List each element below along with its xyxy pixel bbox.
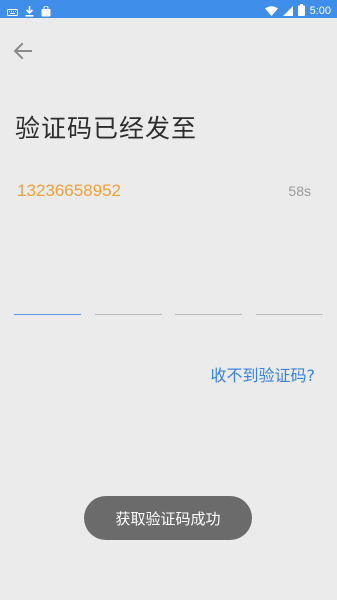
code-digit-input-3[interactable] bbox=[175, 294, 243, 315]
countdown-timer: 58s bbox=[288, 183, 311, 199]
status-system: 5:00 bbox=[264, 1, 331, 20]
status-bar: 5:00 bbox=[0, 0, 337, 18]
code-digit-input-2[interactable] bbox=[94, 294, 162, 315]
arrow-left-icon bbox=[13, 42, 33, 64]
resend-code-link[interactable]: 收不到验证码? bbox=[211, 362, 316, 386]
code-digit-input-1[interactable] bbox=[14, 294, 81, 315]
phone-number: 13236658952 bbox=[17, 181, 122, 200]
battery-icon bbox=[297, 1, 305, 20]
status-notifications bbox=[7, 2, 51, 21]
toast-text: 获取验证码成功 bbox=[115, 509, 221, 528]
code-digit-input-4[interactable] bbox=[255, 294, 323, 315]
back-button[interactable] bbox=[10, 40, 36, 66]
shopping-bag-icon bbox=[41, 2, 51, 21]
status-time: 5:00 bbox=[309, 4, 331, 17]
code-input-group bbox=[14, 294, 323, 316]
keyboard-icon bbox=[7, 2, 18, 21]
download-icon bbox=[25, 2, 34, 21]
signal-icon bbox=[282, 1, 293, 20]
page-title: 验证码已经发至 bbox=[15, 114, 198, 143]
toast-message: 获取验证码成功 bbox=[84, 496, 252, 540]
wifi-icon bbox=[264, 1, 278, 20]
